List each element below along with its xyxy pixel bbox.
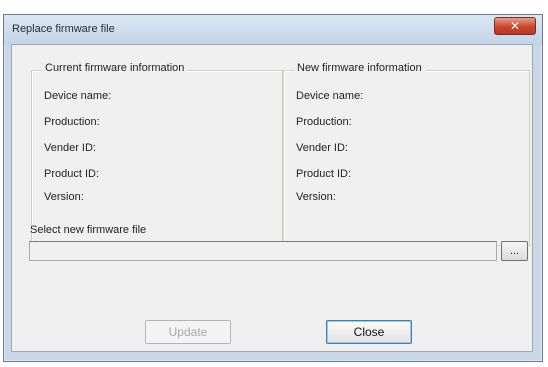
window-title: Replace firmware file [12, 23, 115, 35]
close-button[interactable]: Close [326, 320, 412, 344]
current-production-label: Production: [44, 116, 100, 128]
new-firmware-group: New firmware information Device name: Pr… [283, 62, 530, 246]
current-firmware-group: Current firmware information Device name… [31, 62, 283, 246]
current-firmware-legend: Current firmware information [42, 62, 188, 74]
select-file-label: Select new firmware file [30, 224, 147, 236]
page: Replace firmware file ✕ Current firmware… [0, 0, 548, 367]
firmware-file-input[interactable] [29, 241, 497, 261]
new-device-name-label: Device name: [296, 90, 364, 102]
current-version-label: Version: [44, 191, 84, 203]
current-product-id-label: Product ID: [44, 168, 100, 180]
new-production-label: Production: [296, 116, 352, 128]
new-vendor-id-label: Vender ID: [296, 142, 348, 154]
update-button[interactable]: Update [145, 320, 231, 344]
new-firmware-legend: New firmware information [294, 62, 425, 74]
close-icon: ✕ [509, 19, 521, 33]
window-close-button[interactable]: ✕ [494, 17, 536, 35]
current-vendor-id-label: Vender ID: [44, 142, 96, 154]
title-bar[interactable]: Replace firmware file ✕ [4, 15, 542, 45]
new-product-id-label: Product ID: [296, 168, 352, 180]
current-device-name-label: Device name: [44, 90, 112, 102]
browse-button[interactable]: ... [501, 241, 528, 261]
new-version-label: Version: [296, 191, 336, 203]
